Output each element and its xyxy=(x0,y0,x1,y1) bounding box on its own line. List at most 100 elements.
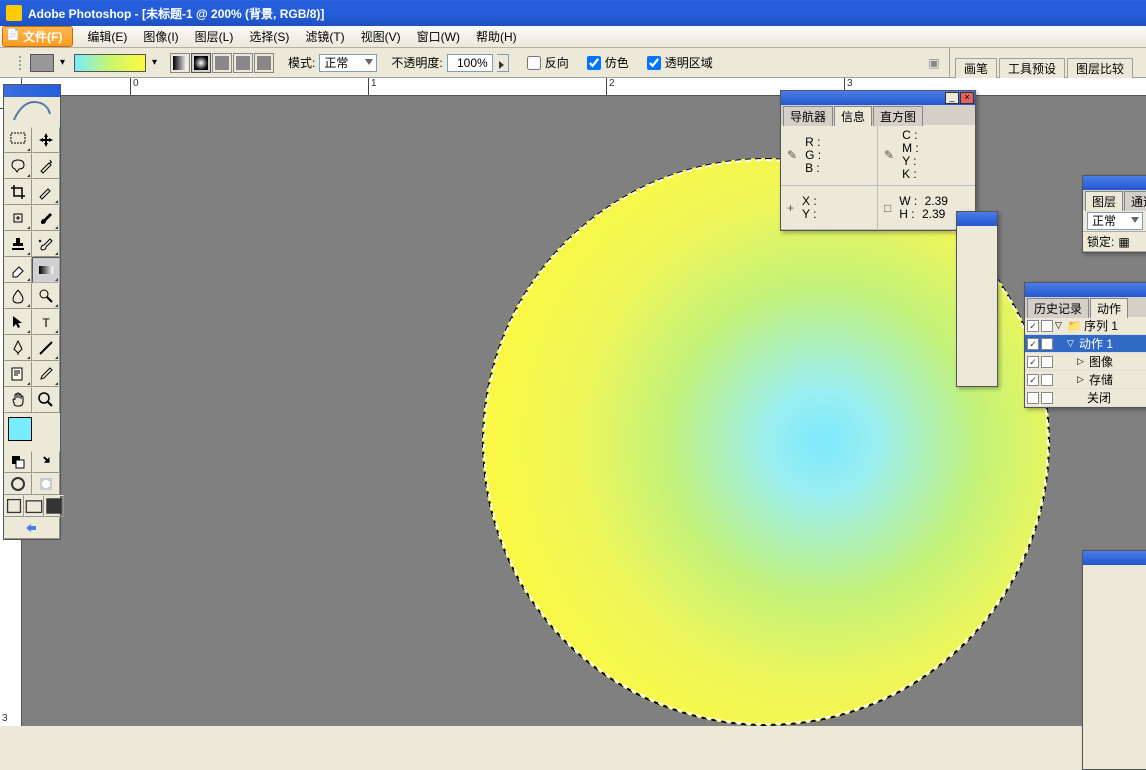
hand-tool[interactable] xyxy=(4,387,32,413)
expand-icon[interactable]: ▷ xyxy=(1077,356,1087,367)
history-brush-tool[interactable] xyxy=(32,231,60,257)
gradient-diamond[interactable] xyxy=(254,53,274,73)
tool-preset-picker[interactable] xyxy=(30,54,54,72)
menu-view[interactable]: 视图(V) xyxy=(353,26,409,47)
tab-layers[interactable]: 图层 xyxy=(1085,191,1123,211)
actions-palette[interactable]: 历史记录 动作 ▽ 📁 序列 1 ▽ 动作 1 ▷ xyxy=(1024,282,1146,408)
crop-tool[interactable] xyxy=(4,179,32,205)
actions-row[interactable]: ▷ 存储 xyxy=(1025,371,1146,389)
menu-help[interactable]: 帮助(H) xyxy=(468,26,525,47)
actions-row[interactable]: ▽ 📁 序列 1 xyxy=(1025,317,1146,335)
menu-edit[interactable]: 编辑(E) xyxy=(79,26,135,47)
collapsed2-titlebar[interactable] xyxy=(1083,551,1146,565)
zoom-tool[interactable] xyxy=(32,387,60,413)
quickmask-mode-icon[interactable] xyxy=(32,473,60,495)
ruler-horizontal[interactable]: 0 1 2 3 xyxy=(22,78,1146,96)
dialog-icon[interactable] xyxy=(1041,320,1053,332)
optionsbar-grip[interactable] xyxy=(18,53,22,73)
reverse-checkbox[interactable]: 反向 xyxy=(527,54,569,71)
menu-filter[interactable]: 滤镜(T) xyxy=(297,26,352,47)
close-icon[interactable]: × xyxy=(960,92,974,104)
swap-colors-icon[interactable] xyxy=(32,451,60,473)
lock-pixels-icon[interactable]: ▦ xyxy=(1118,235,1129,249)
slice-tool[interactable] xyxy=(32,179,60,205)
dialog-icon[interactable] xyxy=(1041,374,1053,386)
dialog-icon[interactable] xyxy=(1041,356,1053,368)
tab-layer-comps[interactable]: 图层比较 xyxy=(1067,58,1133,78)
tab-channels[interactable]: 通道 xyxy=(1124,191,1146,211)
minimize-icon[interactable]: _ xyxy=(945,92,959,104)
actions-titlebar[interactable] xyxy=(1025,283,1146,297)
foreground-color-swatch[interactable] xyxy=(8,417,32,441)
collapsed-titlebar[interactable] xyxy=(957,212,997,226)
tools-titlebar[interactable] xyxy=(4,85,60,97)
tab-history[interactable]: 历史记录 xyxy=(1027,298,1089,318)
menu-image[interactable]: 图像(I) xyxy=(135,26,186,47)
collapsed-palette[interactable] xyxy=(956,211,998,387)
menu-window[interactable]: 窗口(W) xyxy=(409,26,468,47)
screen-std-icon[interactable] xyxy=(4,495,24,517)
jump-to-imageready-icon[interactable] xyxy=(4,517,60,539)
layers-titlebar[interactable] xyxy=(1083,176,1146,190)
toggle-icon[interactable] xyxy=(1027,338,1039,350)
lasso-tool[interactable] xyxy=(4,153,32,179)
marquee-tool[interactable] xyxy=(4,127,32,153)
tab-info[interactable]: 信息 xyxy=(834,106,872,126)
dialog-icon[interactable] xyxy=(1041,392,1053,404)
stamp-tool[interactable] xyxy=(4,231,32,257)
collapsed-palette-2[interactable] xyxy=(1082,550,1146,770)
toggle-icon[interactable] xyxy=(1027,356,1039,368)
screen-full-icon[interactable] xyxy=(44,495,64,517)
transparency-checkbox[interactable]: 透明区域 xyxy=(647,54,713,71)
path-select-tool[interactable] xyxy=(4,309,32,335)
menu-layer[interactable]: 图层(L) xyxy=(187,26,242,47)
pen-tool[interactable] xyxy=(4,335,32,361)
expand-icon[interactable]: ▽ xyxy=(1055,320,1065,331)
toggle-icon[interactable] xyxy=(1027,392,1039,404)
dither-checkbox[interactable]: 仿色 xyxy=(587,54,629,71)
gradient-picker[interactable] xyxy=(74,54,146,72)
toggle-icon[interactable] xyxy=(1027,320,1039,332)
dialog-icon[interactable] xyxy=(1041,338,1053,350)
dodge-tool[interactable] xyxy=(32,283,60,309)
shape-tool[interactable] xyxy=(32,335,60,361)
opacity-flyout[interactable] xyxy=(497,54,509,72)
layer-blend-select[interactable]: 正常 xyxy=(1087,212,1143,230)
toggle-icon[interactable] xyxy=(1027,374,1039,386)
layers-palette[interactable]: 图层 通道 正常 锁定: ▦ xyxy=(1082,175,1146,253)
gradient-linear[interactable] xyxy=(170,53,190,73)
canvas[interactable] xyxy=(46,96,1146,726)
info-titlebar[interactable]: _ × xyxy=(781,91,975,105)
standard-mode-icon[interactable] xyxy=(4,473,32,495)
notes-tool[interactable] xyxy=(4,361,32,387)
healing-tool[interactable] xyxy=(4,205,32,231)
toggle-palettes-icon[interactable]: ▣ xyxy=(923,52,945,74)
actions-row[interactable]: ▷ 图像 xyxy=(1025,353,1146,371)
file-menu[interactable]: 文件(F) xyxy=(2,26,73,47)
tab-histogram[interactable]: 直方图 xyxy=(873,106,923,126)
expand-icon[interactable]: ▽ xyxy=(1067,338,1077,349)
expand-icon[interactable]: ▷ xyxy=(1077,374,1087,385)
gradient-angle[interactable] xyxy=(212,53,232,73)
default-colors-icon[interactable] xyxy=(4,451,32,473)
gradient-tool[interactable] xyxy=(32,257,60,283)
eraser-tool[interactable] xyxy=(4,257,32,283)
menu-select[interactable]: 选择(S) xyxy=(241,26,297,47)
gradient-radial[interactable] xyxy=(191,53,211,73)
gradient-reflected[interactable] xyxy=(233,53,253,73)
tools-palette[interactable]: T xyxy=(3,84,61,540)
brush-tool[interactable] xyxy=(32,205,60,231)
actions-row[interactable]: ▽ 动作 1 xyxy=(1025,335,1146,353)
opacity-input[interactable]: 100% xyxy=(447,54,493,72)
tab-navigator[interactable]: 导航器 xyxy=(783,106,833,126)
tab-brushes[interactable]: 画笔 xyxy=(955,58,997,78)
magic-wand-tool[interactable] xyxy=(32,153,60,179)
blend-mode-select[interactable]: 正常 xyxy=(319,54,377,72)
tab-tool-presets[interactable]: 工具预设 xyxy=(999,58,1065,78)
eyedropper-tool[interactable] xyxy=(32,361,60,387)
canvas-viewport[interactable] xyxy=(46,96,1146,726)
move-tool[interactable] xyxy=(32,127,60,153)
tab-actions[interactable]: 动作 xyxy=(1090,298,1128,318)
actions-row[interactable]: 关闭 xyxy=(1025,389,1146,407)
type-tool[interactable]: T xyxy=(32,309,60,335)
